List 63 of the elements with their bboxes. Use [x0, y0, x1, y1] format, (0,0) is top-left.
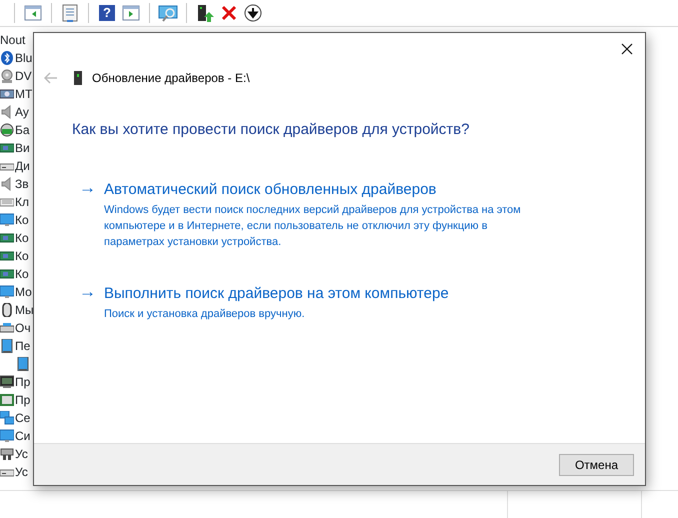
monitor-icon: [0, 429, 14, 443]
close-icon: [621, 43, 633, 55]
tree-item[interactable]: Пе: [15, 337, 30, 355]
circuit-card-icon: [0, 249, 14, 263]
circuit-card-icon: [0, 267, 14, 281]
option-description: Windows будет вести поиск последних версий драйверов для устройства на этом компьютере и в Интернете, если пользователь не отключил эту функцию в параметрах установки устройства.: [104, 202, 522, 250]
tree-item[interactable]: Ди: [15, 157, 30, 175]
tree-item[interactable]: Ко: [15, 265, 29, 283]
drive-icon: [74, 71, 82, 85]
mouse-icon: [0, 303, 14, 317]
tree-item[interactable]: Nout: [0, 31, 26, 49]
tree-item[interactable]: Ус: [15, 445, 28, 463]
tree-item[interactable]: Ко: [15, 211, 29, 229]
down-arrow-circle-icon[interactable]: [243, 3, 263, 23]
tree-item[interactable]: DV: [15, 67, 32, 85]
tree-item[interactable]: Зв: [15, 175, 29, 193]
tree-item[interactable]: Се: [15, 409, 30, 427]
tree-item[interactable]: Ус: [15, 463, 28, 481]
tree-item[interactable]: Ко: [15, 229, 29, 247]
tree-item[interactable]: Мы: [15, 301, 34, 319]
option-link[interactable]: Выполнить поиск драйверов на этом компьютере: [104, 284, 449, 304]
tree-item[interactable]: Пр: [15, 373, 30, 391]
bluetooth-icon: [0, 51, 14, 65]
window-arrow-icon[interactable]: [121, 3, 141, 23]
properties-icon[interactable]: [60, 3, 80, 23]
circuit-card-icon: [0, 231, 14, 245]
delete-icon[interactable]: [219, 3, 239, 23]
dialog-title: Обновление драйверов - E:\: [92, 70, 250, 87]
option-description: Поиск и установка драйверов вручную.: [104, 306, 306, 322]
tree-item[interactable]: Ба: [15, 121, 30, 139]
help-icon[interactable]: ?: [97, 3, 117, 23]
printer-icon: [0, 321, 14, 335]
circuit-card-icon: [0, 141, 14, 155]
cancel-button[interactable]: Отмена: [559, 454, 634, 476]
computer-up-arrow-icon[interactable]: [195, 3, 215, 23]
tree-item[interactable]: Blu: [15, 49, 32, 67]
network-icon: [0, 411, 14, 425]
processor-icon: [0, 393, 14, 407]
tablet-icon: [0, 339, 14, 353]
disc-drive-icon: [0, 69, 14, 83]
monitor-icon: [0, 285, 14, 299]
dialog-heading: Как вы хотите провести поиск драйверов для устройств?: [72, 120, 470, 140]
tree-item[interactable]: Мо: [15, 283, 32, 301]
monitor-icon: [0, 213, 14, 227]
camera-icon: [0, 87, 14, 101]
monitor-magnifier-icon[interactable]: [158, 3, 178, 23]
arrow-icon: →: [79, 178, 96, 198]
window-arrow-icon[interactable]: [23, 3, 43, 23]
tree-item[interactable]: Пр: [15, 391, 30, 409]
tree-item[interactable]: Ау: [15, 103, 29, 121]
battery-icon: [0, 123, 14, 137]
arrow-icon: →: [79, 282, 96, 302]
tree-item[interactable]: Ви: [15, 139, 30, 157]
tree-item[interactable]: Кл: [15, 193, 29, 211]
tree-item[interactable]: Си: [15, 427, 30, 445]
tree-item[interactable]: Ко: [15, 247, 29, 265]
computer-icon: [0, 375, 14, 389]
tree-item[interactable]: МТ: [15, 85, 32, 103]
tablet-icon: [16, 357, 30, 371]
back-arrow-icon: [44, 72, 58, 84]
option-link[interactable]: Автоматический поиск обновленных драйверов: [104, 180, 436, 200]
usb-device-icon: [0, 447, 14, 461]
tree-item[interactable]: Оч: [15, 319, 31, 337]
